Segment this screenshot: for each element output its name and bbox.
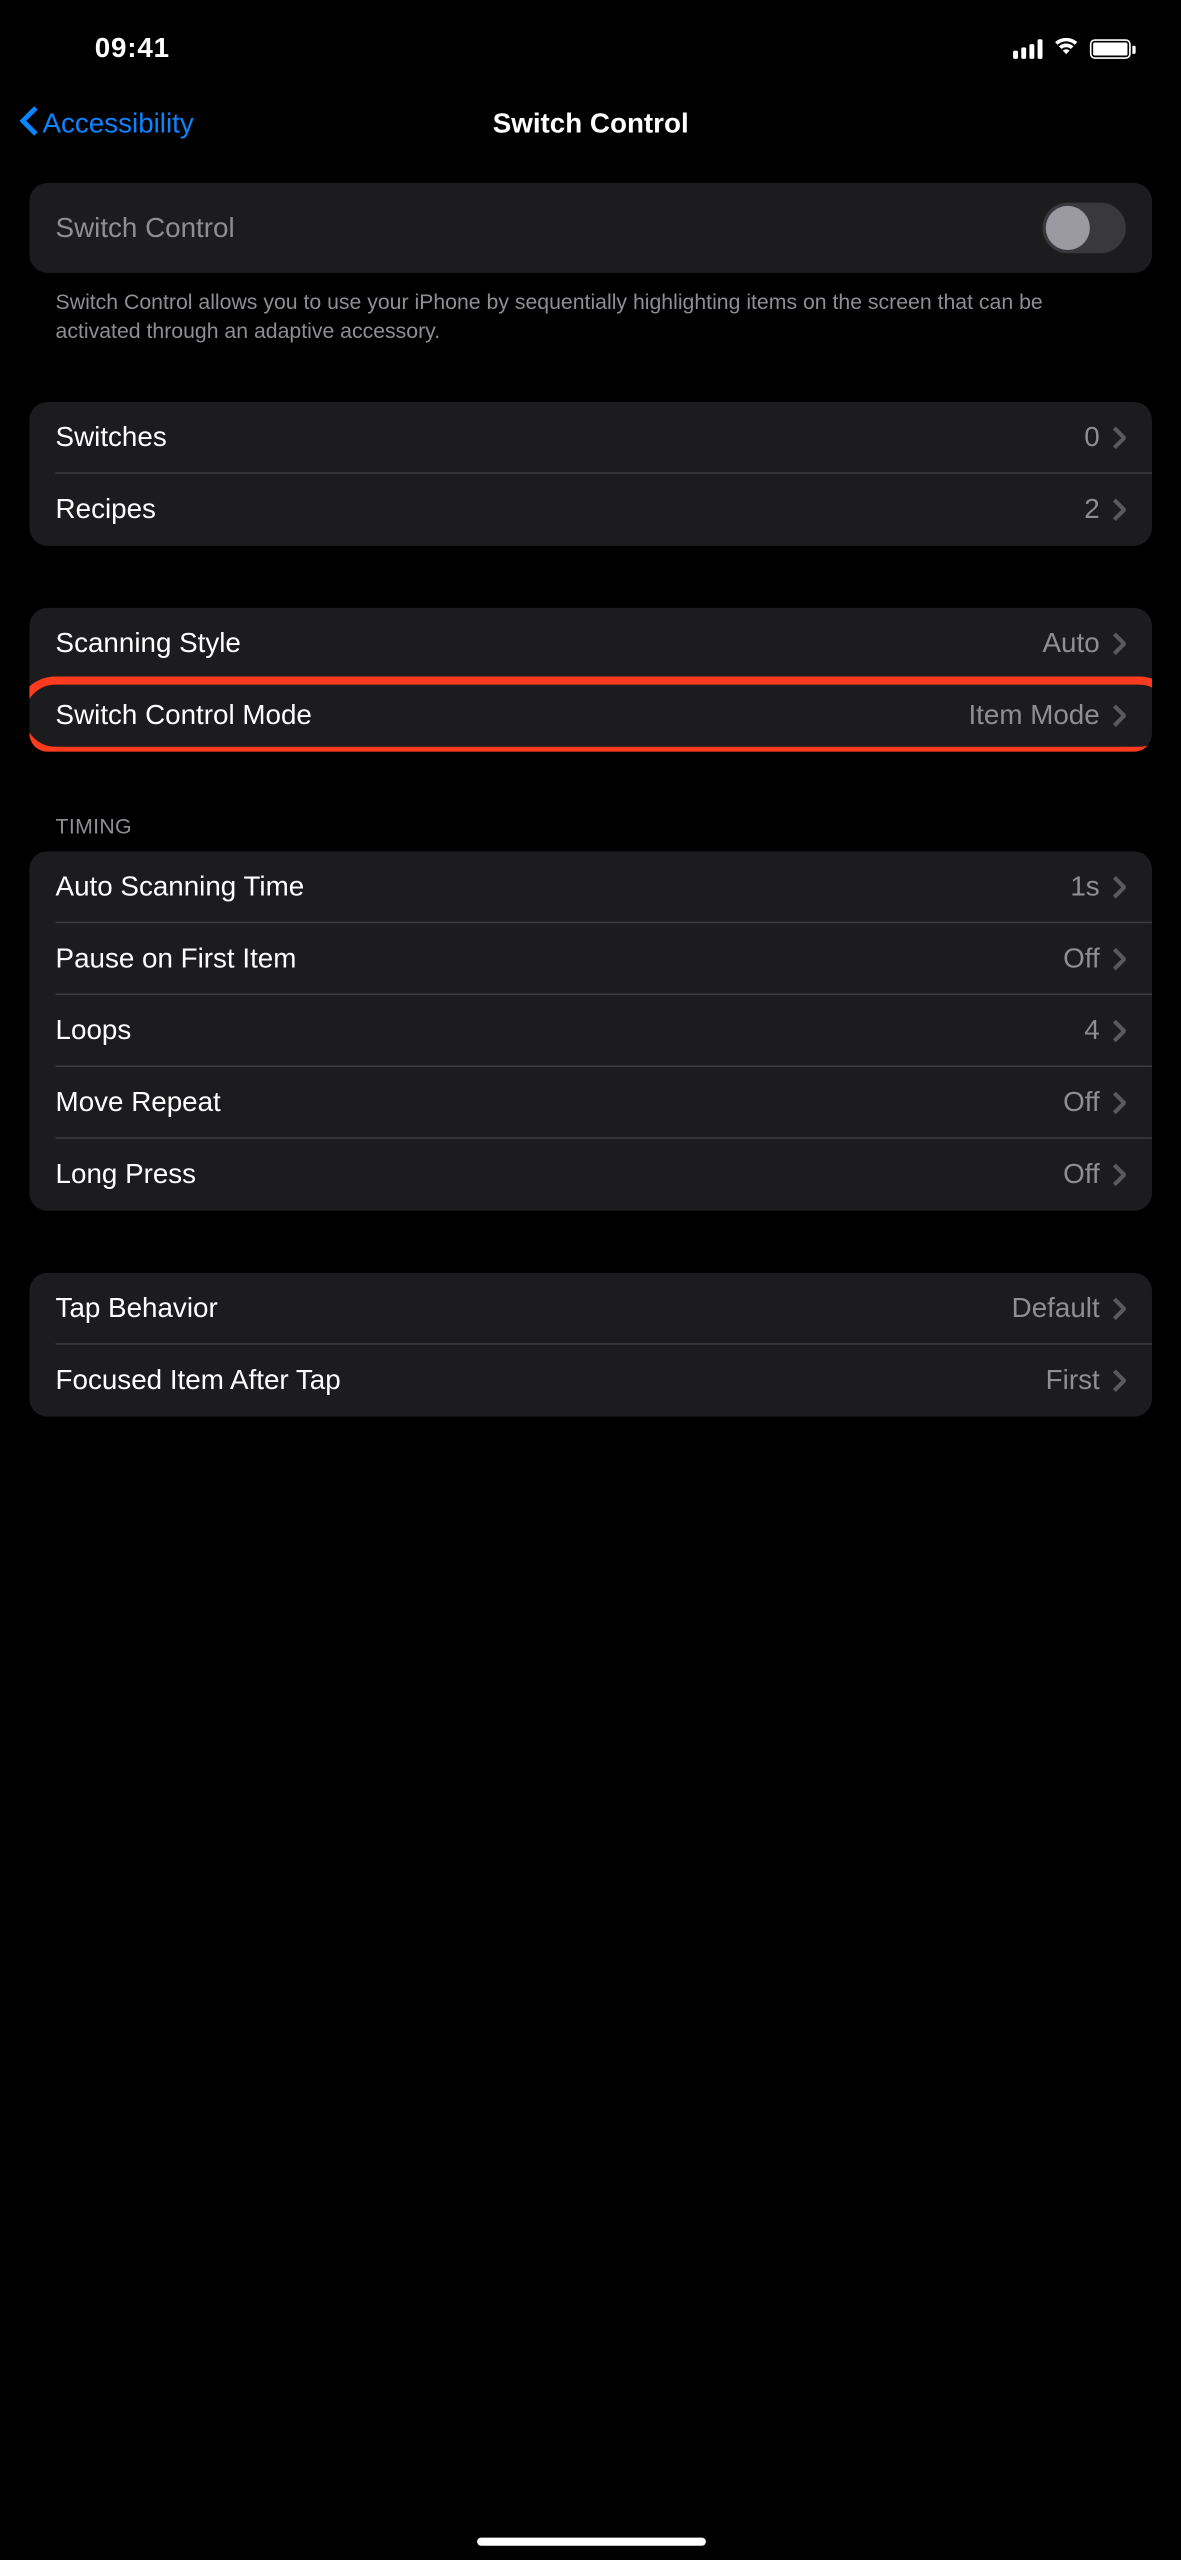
chevron-right-icon xyxy=(1113,1091,1126,1114)
cellular-signal-icon xyxy=(1013,39,1042,59)
chevron-right-icon xyxy=(1113,704,1126,727)
row-label: Loops xyxy=(56,1015,1085,1048)
loops-row[interactable]: Loops 4 xyxy=(29,995,1152,1067)
battery-icon xyxy=(1090,39,1136,59)
row-value: Off xyxy=(1063,1158,1100,1191)
chevron-right-icon xyxy=(1113,498,1126,521)
home-indicator[interactable] xyxy=(476,2538,705,2546)
row-value: 4 xyxy=(1084,1015,1099,1048)
row-label: Auto Scanning Time xyxy=(56,871,1071,904)
row-label: Switches xyxy=(56,421,1085,454)
wifi-icon xyxy=(1052,34,1080,63)
row-label: Switch Control Mode xyxy=(56,699,969,732)
status-bar: 09:41 xyxy=(0,0,1181,88)
row-label: Recipes xyxy=(56,493,1085,526)
chevron-right-icon xyxy=(1113,1297,1126,1320)
row-label: Focused Item After Tap xyxy=(56,1364,1046,1397)
row-label: Tap Behavior xyxy=(56,1292,1012,1325)
switch-control-toggle-group: Switch Control xyxy=(29,183,1152,273)
back-label: Accessibility xyxy=(42,108,193,141)
chevron-right-icon xyxy=(1113,1019,1126,1042)
scanning-style-row[interactable]: Scanning Style Auto xyxy=(29,608,1152,680)
row-value: Off xyxy=(1063,1086,1100,1119)
pause-first-item-row[interactable]: Pause on First Item Off xyxy=(29,923,1152,995)
toggle-label: Switch Control xyxy=(56,212,1043,245)
row-value: 2 xyxy=(1084,493,1099,526)
row-value: Auto xyxy=(1043,627,1100,660)
switches-row[interactable]: Switches 0 xyxy=(29,402,1152,474)
chevron-right-icon xyxy=(1113,876,1126,899)
back-button[interactable]: Accessibility xyxy=(20,104,194,145)
move-repeat-row[interactable]: Move Repeat Off xyxy=(29,1067,1152,1139)
chevron-right-icon xyxy=(1113,1369,1126,1392)
tap-group: Tap Behavior Default Focused Item After … xyxy=(29,1273,1152,1417)
nav-header: Accessibility Switch Control xyxy=(0,88,1181,170)
row-value: First xyxy=(1046,1364,1100,1397)
switches-group: Switches 0 Recipes 2 xyxy=(29,402,1152,546)
row-value: Off xyxy=(1063,943,1100,976)
row-value: Item Mode xyxy=(968,699,1099,732)
recipes-row[interactable]: Recipes 2 xyxy=(29,474,1152,546)
tap-behavior-row[interactable]: Tap Behavior Default xyxy=(29,1273,1152,1345)
chevron-right-icon xyxy=(1113,948,1126,971)
row-label: Pause on First Item xyxy=(56,943,1064,976)
row-value: 0 xyxy=(1084,421,1099,454)
timing-header: TIMING xyxy=(29,814,1152,852)
timing-group: Auto Scanning Time 1s Pause on First Ite… xyxy=(29,851,1152,1210)
chevron-right-icon xyxy=(1113,426,1126,449)
toggle-thumb xyxy=(1046,206,1090,250)
chevron-right-icon xyxy=(1113,632,1126,655)
row-label: Move Repeat xyxy=(56,1086,1064,1119)
status-icons xyxy=(1013,34,1136,63)
switch-control-mode-row[interactable]: Switch Control Mode Item Mode xyxy=(29,680,1152,752)
switch-control-toggle[interactable] xyxy=(1042,203,1125,254)
switch-control-toggle-row[interactable]: Switch Control xyxy=(29,183,1152,273)
scanning-group: Scanning Style Auto Switch Control Mode … xyxy=(29,608,1152,752)
page-title: Switch Control xyxy=(493,108,689,141)
switch-control-description: Switch Control allows you to use your iP… xyxy=(29,273,1152,346)
chevron-left-icon xyxy=(20,104,40,145)
long-press-row[interactable]: Long Press Off xyxy=(29,1139,1152,1211)
chevron-right-icon xyxy=(1113,1163,1126,1186)
row-value: 1s xyxy=(1070,871,1099,904)
row-label: Long Press xyxy=(56,1158,1064,1191)
focused-item-after-tap-row[interactable]: Focused Item After Tap First xyxy=(29,1345,1152,1417)
row-label: Scanning Style xyxy=(56,627,1043,660)
auto-scanning-time-row[interactable]: Auto Scanning Time 1s xyxy=(29,851,1152,923)
row-value: Default xyxy=(1012,1292,1100,1325)
status-time: 09:41 xyxy=(59,33,170,66)
